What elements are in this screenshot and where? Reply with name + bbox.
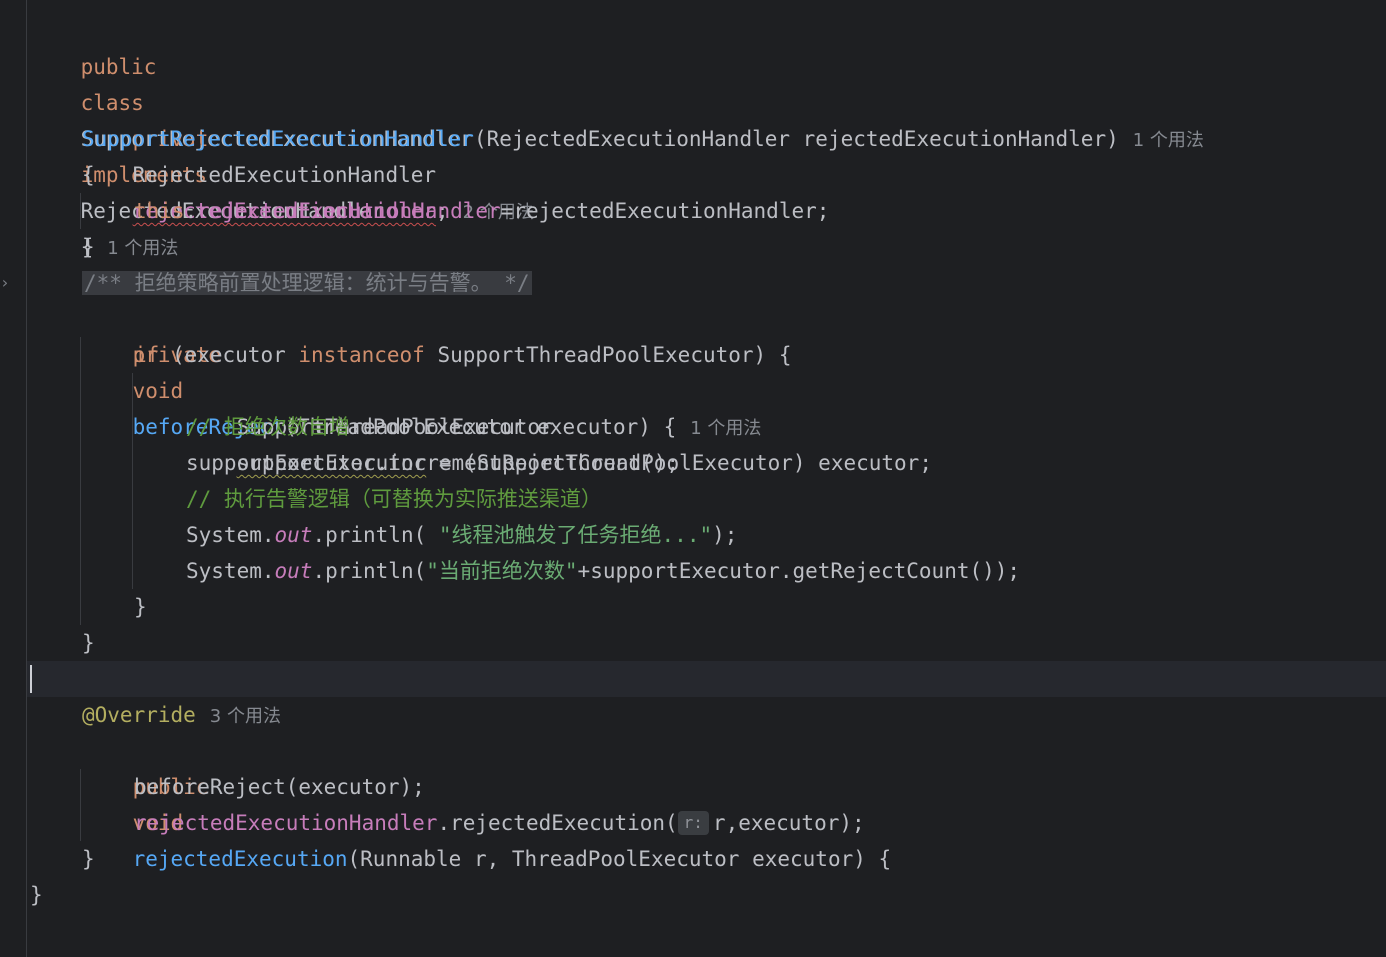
system-ref: System. xyxy=(186,523,275,547)
usage-hint[interactable]: 1 个用法 xyxy=(1133,130,1204,151)
method-name: rejectedExecution xyxy=(132,847,348,871)
brace: { xyxy=(82,163,95,187)
code-line-println[interactable]: System.out.println( "线程池触发了任务拒绝..."); xyxy=(186,517,737,553)
usage-hint[interactable]: 3 个用法 xyxy=(210,706,281,727)
method-params: (Runnable r, ThreadPoolExecutor executor… xyxy=(347,847,892,871)
code-line-close-brace[interactable]: } xyxy=(30,877,43,913)
keyword: void xyxy=(132,379,184,403)
call-args: r,executor); xyxy=(712,811,865,835)
code-line-close-brace[interactable]: } xyxy=(82,229,95,265)
field-name: rejectedExecutionHandler xyxy=(197,199,501,223)
keyword: public xyxy=(80,55,157,79)
code-line-cast[interactable]: SupportThreadPoolExecutor supportExecuto… xyxy=(186,373,932,475)
code-line-comment[interactable]: // 执行告警逻辑（可替换为实际推送渠道） xyxy=(186,481,602,517)
condition-rest: SupportThreadPoolExecutor) { xyxy=(424,343,792,367)
constructor-name: SupportRejectedExecutionHandler xyxy=(82,127,474,151)
code-line-constructor[interactable]: SupportRejectedExecutionHandler(Rejected… xyxy=(82,121,1204,157)
code-line-method-before-reject[interactable]: private void beforeReject(ThreadPoolExec… xyxy=(82,301,762,439)
code-line-class-declaration[interactable]: public class SupportRejectedExecutionHan… xyxy=(30,13,473,259)
code-line-open-brace[interactable]: { xyxy=(82,157,95,193)
brace: } xyxy=(82,847,95,871)
assignment-rest: =rejectedExecutionHandler; xyxy=(500,199,830,223)
brace: } xyxy=(30,883,43,907)
code-line-assignment[interactable]: this.rejectedExecutionHandler=rejectedEx… xyxy=(134,193,829,229)
chevron-right-icon[interactable]: › xyxy=(0,271,14,295)
method-call: .println( xyxy=(312,559,427,583)
static-field: out xyxy=(274,523,313,547)
gutter-separator xyxy=(26,0,27,957)
keyword: this xyxy=(134,199,185,223)
code-editor[interactable]: › public class SupportRejectedExecutionH… xyxy=(0,0,1386,957)
indent-guide xyxy=(80,337,81,625)
type-name: RejectedExecutionHandler xyxy=(132,163,437,187)
brace: } xyxy=(134,595,147,619)
code-line-close-brace[interactable]: } xyxy=(82,841,95,877)
code-line-annotation[interactable]: @Override 3 个用法 xyxy=(82,697,281,733)
line-comment: // 拒绝次数自增 xyxy=(186,415,350,439)
current-line-highlight xyxy=(27,661,1386,697)
constructor-params: (RejectedExecutionHandler rejectedExecut… xyxy=(473,127,1119,151)
call-end: ); xyxy=(712,523,738,547)
doc-comment[interactable]: /** 拒绝策略前置处理逻辑：统计与告警。 */ xyxy=(82,271,532,295)
brace: } xyxy=(82,235,95,259)
code-line-increment[interactable]: supportExecutor.incrementRejectCount(); xyxy=(186,445,679,481)
indent-guide xyxy=(80,769,81,841)
line-comment: // 执行告警逻辑（可替换为实际推送渠道） xyxy=(186,487,602,511)
code-line-doc-comment[interactable]: /** 拒绝策略前置处理逻辑：统计与告警。 */ xyxy=(82,265,532,301)
static-field: out xyxy=(274,559,313,583)
dot: . xyxy=(184,199,198,223)
code-line-if-instanceof[interactable]: if (executor instanceof SupportThreadPoo… xyxy=(134,337,791,373)
method-call: .rejectedExecution( xyxy=(437,811,678,835)
annotation: @Override xyxy=(82,703,196,727)
keyword: if xyxy=(134,343,160,367)
text-caret xyxy=(30,665,32,693)
field-name: rejectedExecutionHandler xyxy=(134,811,438,835)
condition-open: (executor xyxy=(159,343,299,367)
usage-hint[interactable]: 1 个用法 xyxy=(107,238,178,259)
system-ref: System. xyxy=(186,559,275,583)
usage-hint[interactable]: 1 个用法 xyxy=(690,418,761,439)
brace: } xyxy=(82,631,95,655)
method-call: .println( xyxy=(312,523,439,547)
string-literal: "线程池触发了任务拒绝..." xyxy=(438,523,713,547)
statement: beforeReject(executor); xyxy=(134,775,425,799)
code-line-field-declaration[interactable]: private RejectedExecutionHandler rejecte… xyxy=(82,85,534,223)
parameter-name-hint[interactable]: r: xyxy=(677,811,709,835)
code-line-method-rejected-execution[interactable]: public void rejectedExecution(Runnable r… xyxy=(82,733,892,871)
code-line-delegate-call[interactable]: rejectedExecutionHandler.rejectedExecuti… xyxy=(134,805,865,841)
code-line-println[interactable]: System.out.println("当前拒绝次数"+supportExecu… xyxy=(186,553,1020,589)
string-literal: "当前拒绝次数" xyxy=(426,559,578,583)
call-end: +supportExecutor.getRejectCount()); xyxy=(577,559,1021,583)
statement: supportExecutor.incrementRejectCount(); xyxy=(186,451,680,475)
code-line-close-brace[interactable]: } xyxy=(134,589,147,625)
keyword: instanceof xyxy=(298,343,425,367)
code-line-comment[interactable]: // 拒绝次数自增 xyxy=(186,409,350,445)
code-line-close-brace[interactable]: } xyxy=(82,625,95,661)
code-line-call[interactable]: beforeReject(executor); xyxy=(134,769,425,805)
